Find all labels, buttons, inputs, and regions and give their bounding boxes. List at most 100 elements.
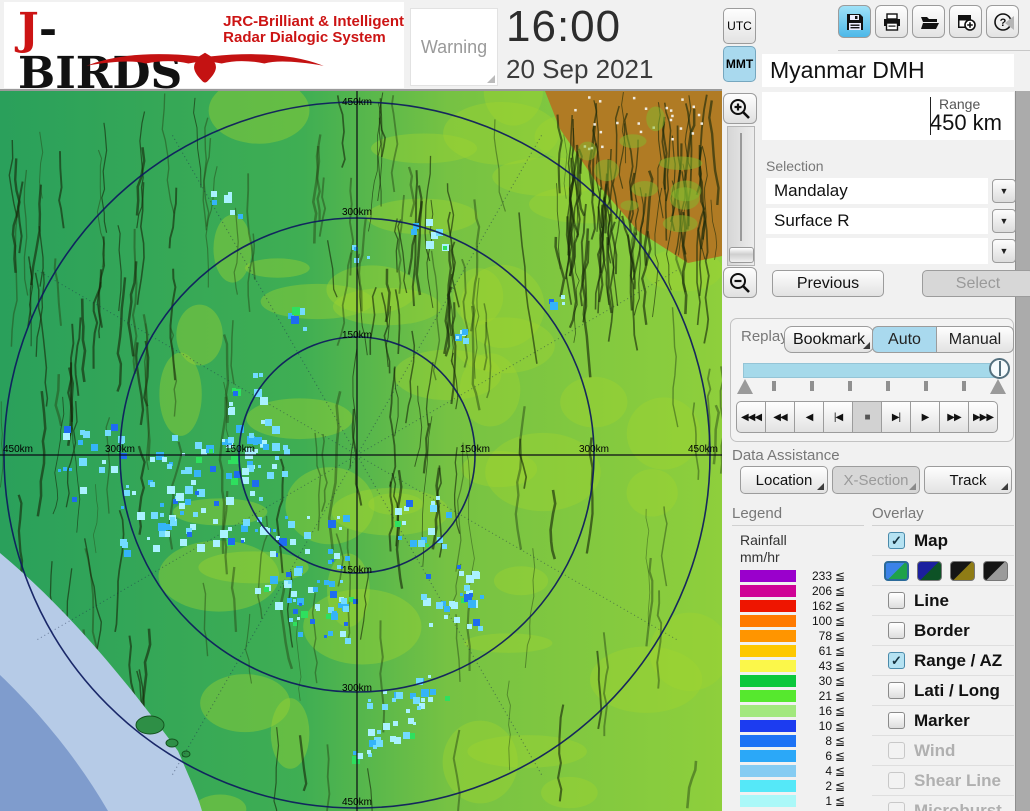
location-button[interactable]: Location xyxy=(740,466,828,494)
slider-end-marker[interactable] xyxy=(990,379,1006,394)
mmt-button[interactable]: MMT xyxy=(723,46,756,82)
help-icon[interactable]: ? xyxy=(986,5,1019,38)
replay-slider-track[interactable] xyxy=(743,363,1003,378)
product-dropdown[interactable]: Surface R ▼ xyxy=(766,208,1016,234)
chevron-down-icon[interactable]: ▼ xyxy=(992,209,1016,233)
checkbox-marker[interactable] xyxy=(888,712,905,729)
legend-value: 1 xyxy=(825,793,832,808)
add-image-icon[interactable] xyxy=(949,5,982,38)
warning-label: Warning xyxy=(420,36,488,57)
overlay-label: Line xyxy=(914,590,949,610)
option-dropdown[interactable]: ▼ xyxy=(766,238,1016,264)
playback-play-button[interactable]: ▶ xyxy=(910,401,940,433)
clock-date: 20 Sep 2021 xyxy=(506,54,654,84)
range-ring-label: 450km xyxy=(342,97,372,108)
zoom-out-icon[interactable] xyxy=(723,267,757,298)
checkbox-line[interactable] xyxy=(888,592,905,609)
legend-lte-symbol: ≦ xyxy=(835,763,846,778)
legend-row: 4 ≦ xyxy=(732,763,864,778)
legend-row: 16 ≦ xyxy=(732,703,864,718)
panel-side-strip[interactable] xyxy=(1015,91,1030,811)
legend-unit: Rainfall mm/hr xyxy=(740,532,787,565)
legend-lte-symbol: ≦ xyxy=(835,598,846,613)
range-ring-label: 300km xyxy=(579,444,609,455)
save-icon[interactable] xyxy=(838,5,871,38)
option-dropdown-value[interactable] xyxy=(766,238,988,264)
range-ring-label: 150km xyxy=(460,444,490,455)
playback-stop-button[interactable]: ■ xyxy=(852,401,882,433)
overlay-item-shear-line: Shear Line xyxy=(872,766,1014,796)
legend-color-swatch xyxy=(740,794,796,807)
overlay-panel: Overlay ✓ Map Line Border ✓ Range / AZ Lati / … xyxy=(872,505,1014,811)
slider-start-marker[interactable] xyxy=(737,379,753,394)
legend-value: 4 xyxy=(825,763,832,778)
overlay-item-marker[interactable]: Marker xyxy=(872,706,1014,736)
utc-button[interactable]: UTC xyxy=(723,8,756,44)
chevron-down-icon[interactable]: ▼ xyxy=(992,179,1016,203)
map-style-2[interactable] xyxy=(917,560,942,581)
playback-seek-forward-button[interactable]: ▶▶ xyxy=(939,401,969,433)
playback-skip-to-start-button[interactable]: |◀ xyxy=(823,401,853,433)
legend-value: 78 xyxy=(818,628,832,643)
site-dropdown[interactable]: Mandalay ▼ xyxy=(766,178,1016,204)
collapse-panel-icon[interactable] xyxy=(1005,16,1014,30)
playback-skip-back-fast-button[interactable]: ◀◀◀ xyxy=(736,401,766,433)
zoom-slider-handle[interactable] xyxy=(729,247,754,263)
legend-value: 233 xyxy=(811,568,832,583)
checkbox-border[interactable] xyxy=(888,622,905,639)
legend-color-swatch xyxy=(740,779,796,792)
overlay-item-border[interactable]: Border xyxy=(872,616,1014,646)
overlay-item-range-az[interactable]: ✓ Range / AZ xyxy=(872,646,1014,676)
track-button[interactable]: Track xyxy=(924,466,1012,494)
range-ring-label: 450km xyxy=(3,444,33,455)
map-style-1[interactable] xyxy=(884,560,909,581)
clock-time: 16:00 xyxy=(506,2,622,51)
legend-value: 21 xyxy=(818,688,832,703)
overlay-label: Microburst xyxy=(914,800,1002,811)
legend-lte-symbol: ≦ xyxy=(835,688,846,703)
legend-value: 206 xyxy=(811,583,832,598)
overlay-item-lati-long[interactable]: Lati / Long xyxy=(872,676,1014,706)
manual-button[interactable]: Manual xyxy=(936,326,1014,353)
zoom-in-icon[interactable] xyxy=(723,93,757,124)
previous-button[interactable]: Previous xyxy=(772,270,884,297)
replay-slider-handle[interactable] xyxy=(989,358,1010,379)
overlay-item-line[interactable]: Line xyxy=(872,586,1014,616)
checkbox-range-az[interactable]: ✓ xyxy=(888,652,905,669)
playback-step-back-button[interactable]: ◀ xyxy=(794,401,824,433)
range-value: 450 km xyxy=(929,110,1002,135)
legend-row: 206 ≦ xyxy=(732,583,864,598)
overlay-item-map[interactable]: ✓ Map xyxy=(872,526,1014,556)
bookmark-button[interactable]: Bookmark xyxy=(784,326,874,353)
overlay-item-microburst: Microburst xyxy=(872,796,1014,811)
playback-skip-to-end-button[interactable]: ▶| xyxy=(881,401,911,433)
map-style-3[interactable] xyxy=(950,560,975,581)
auto-button[interactable]: Auto xyxy=(872,326,936,353)
print-icon[interactable] xyxy=(875,5,908,38)
chevron-down-icon[interactable]: ▼ xyxy=(992,239,1016,263)
legend-lte-symbol: ≦ xyxy=(835,568,846,583)
legend-row: 30 ≦ xyxy=(732,673,864,688)
legend-lte-symbol: ≦ xyxy=(835,658,846,673)
legend-value: 10 xyxy=(818,718,832,733)
open-folder-icon[interactable] xyxy=(912,5,945,38)
product-dropdown-value[interactable]: Surface R xyxy=(766,208,988,234)
checkbox-map[interactable]: ✓ xyxy=(888,532,905,549)
jbirds-logo: J-BIRDS JRC-Brilliant & Intelligent Radar… xyxy=(4,2,404,96)
warning-panel[interactable]: Warning xyxy=(410,8,498,86)
legend-color-swatch xyxy=(740,764,796,777)
playback-skip-forward-fast-button[interactable]: ▶▶▶ xyxy=(968,401,998,433)
playback-seek-back-button[interactable]: ◀◀ xyxy=(765,401,795,433)
site-dropdown-value[interactable]: Mandalay xyxy=(766,178,988,204)
legend-panel: Legend Rainfall mm/hr 233 ≦ 206 ≦ 162 ≦ 100 ≦ 78 ≦… xyxy=(732,505,864,808)
map-style-4[interactable] xyxy=(983,560,1008,581)
radar-map[interactable]: 450km 300km 150km 150km 300km 450km 450km 300km… xyxy=(0,56,751,811)
zoom-slider-track[interactable] xyxy=(727,126,755,266)
checkbox-lati-long[interactable] xyxy=(888,682,905,699)
legend-value: 61 xyxy=(818,643,832,658)
range-ring-label: 150km xyxy=(342,330,372,341)
legend-value: 8 xyxy=(825,733,832,748)
slider-tick xyxy=(810,381,814,391)
legend-color-swatch xyxy=(740,749,796,762)
radar-map-canvas[interactable]: 450km 300km 150km 150km 300km 450km 450km 300km… xyxy=(0,56,751,811)
